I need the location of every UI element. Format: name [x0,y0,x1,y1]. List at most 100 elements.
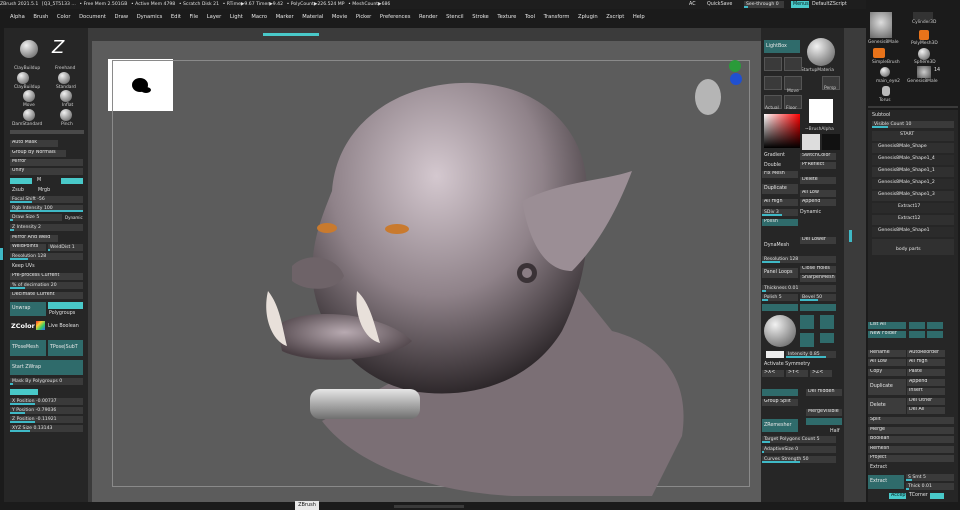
cylinder3d-thumb-icon[interactable] [913,12,933,20]
curves-strength-slider[interactable]: Curves Strength 50 [762,456,836,463]
delete-button[interactable]: Delete [800,177,836,184]
split-menu[interactable]: Split [868,417,954,424]
transp-icon[interactable] [820,333,834,343]
move-down-icon[interactable] [909,331,925,338]
zremesher-button[interactable]: ZRemesher [762,419,798,432]
torus-thumb-icon[interactable] [882,86,890,96]
all-high-button[interactable]: All High [762,199,798,206]
del-all-button[interactable]: Del All [907,407,945,414]
z-position-slider[interactable]: Z Position -0.11921 [10,416,83,423]
rgb-intensity-slider[interactable]: Rgb Intensity 100 [10,205,83,212]
menu-dynamics[interactable]: Dynamics [137,12,163,23]
append-subtool-button[interactable]: Append [907,379,945,386]
dynamesh-button[interactable]: DynaMesh [764,243,789,248]
menu-light[interactable]: Light [230,12,243,23]
subtool-folder[interactable]: body parts [872,239,954,255]
inflat-brush-icon[interactable] [60,90,72,102]
xyz-size-slider[interactable]: XYZ Size 0.13143 [10,425,83,432]
append-button[interactable]: Append [800,199,836,206]
delete-subtool-button[interactable]: Delete [868,398,906,414]
menu-stroke[interactable]: Stroke [472,12,489,23]
project-menu[interactable]: Project [868,455,954,462]
menu-alpha[interactable]: Alpha [10,12,25,23]
copy-button[interactable]: Copy [868,369,906,376]
symmetry-x-button[interactable]: >X< [762,370,784,377]
fix-mesh-button[interactable]: Fix Mesh [762,171,798,178]
menu-render[interactable]: Render [419,12,437,23]
tposemesh-button[interactable]: TPoseMesh [10,340,46,356]
help-3-icon[interactable] [800,333,814,347]
menu-help[interactable]: Help [633,12,645,23]
menu-tool[interactable]: Tool [525,12,535,23]
tborder-toggle[interactable] [930,493,944,499]
target-polygons-slider[interactable]: Target Polygons Count 5 [762,436,836,443]
group-by-normals-button[interactable]: Group By Normals [10,150,66,157]
weld-dist-slider[interactable]: WeldDist 1 [48,244,83,251]
weld-points-button[interactable]: WeldPoints [10,244,46,251]
mrgb-label[interactable]: Mrgb [38,188,50,193]
simplebrush-thumb-icon[interactable] [873,48,885,58]
dynamesh-resolution-slider[interactable]: Resolution 128 [762,256,836,263]
edit-tool-icon[interactable] [764,57,782,71]
boolean-menu[interactable]: Boolean [868,436,954,443]
menu-draw[interactable]: Draw [115,12,129,23]
decimation-percent-slider[interactable]: % of decimation 20 [10,282,83,289]
sdiv-slider[interactable]: SDiv 3 [762,209,798,216]
all-low-button[interactable]: All Low [800,190,836,197]
m-toggle[interactable]: M [37,178,41,183]
position-toggle[interactable] [10,389,38,395]
new-folder-button[interactable]: New Folder [868,331,906,338]
symmetry-z-button[interactable]: >Z< [810,370,832,377]
extract-button[interactable]: Extract [868,475,904,489]
dynamic-toggle[interactable]: Dynamic [65,215,83,220]
lightbox-button[interactable]: LightBox [764,40,800,53]
intensity-slider[interactable]: Intensity 0.85 [786,351,836,358]
keep-uvs-toggle[interactable]: Keep UVs [12,264,35,269]
move-brush-icon[interactable] [23,90,35,102]
polymesh3d-thumb-icon[interactable] [919,30,929,40]
zcolor-label[interactable]: ZColor [11,322,35,330]
bevel-slider[interactable]: Bevel 50 [800,294,836,301]
draw-tool-icon[interactable] [764,76,782,90]
menu-brush[interactable]: Brush [33,12,48,23]
menu-picker[interactable]: Picker [356,12,371,23]
x-position-slider[interactable]: X Position -0.00737 [10,398,83,405]
menu-preferences[interactable]: Preferences [380,12,411,23]
subtool-item[interactable]: START [872,131,954,141]
subtool-item[interactable]: Genesis8Male_Shape1_4 [872,155,954,165]
ac-button[interactable]: AC [689,2,696,7]
left-dock-tab[interactable] [0,248,3,260]
claybuildup-brush-icon[interactable] [20,40,38,58]
duplicate-button[interactable]: Duplicate [762,184,798,194]
pre-process-current-button[interactable]: Pre-process Current [10,273,83,280]
help-icon[interactable] [800,315,814,329]
start-zwrap-button[interactable]: Start ZWrap [10,360,83,375]
unwrap-button[interactable]: Unwrap [10,302,46,316]
tpose-subt-button[interactable]: TPose|SubT [48,340,83,356]
visible-count-slider[interactable]: Visible Count 10 [872,121,954,128]
half-toggle[interactable]: Half [830,429,840,434]
gradient-toggle[interactable]: Gradient [764,153,785,158]
freehand-stroke-icon[interactable]: Z [52,38,76,58]
auto-reorder-button[interactable]: AutoReorder [907,350,945,357]
group-split-slot[interactable] [762,389,798,396]
move-up-icon[interactable] [909,322,925,329]
polygroups-toggle[interactable] [48,302,83,309]
menu-macro[interactable]: Macro [251,12,267,23]
zremesher-mode-toggle[interactable] [806,418,842,425]
genesis8male-thumb-icon[interactable] [870,12,892,38]
menu-material[interactable]: Material [302,12,323,23]
rename-button[interactable]: Rename [868,350,906,357]
z-intensity-slider[interactable]: Z Intensity 2 [10,224,83,231]
pinch-brush-icon[interactable] [60,109,72,121]
subtool-item[interactable]: Genesis8Male_Shape1_1 [872,167,954,177]
symmetry-y-button[interactable]: >Y< [786,370,808,377]
sharpen-mesh-button[interactable]: SharpenMesh [800,275,836,282]
dynamic-subdiv-toggle[interactable]: Dynamic [800,210,821,215]
menu-file[interactable]: File [190,12,199,23]
del-other-button[interactable]: Del Other [907,398,945,405]
menu-transform[interactable]: Transform [544,12,570,23]
adaptive-size-slider[interactable]: AdaptiveSize 0 [762,446,836,453]
menu-zscript[interactable]: Zscript [606,12,624,23]
material-sphere-icon[interactable] [807,38,835,66]
